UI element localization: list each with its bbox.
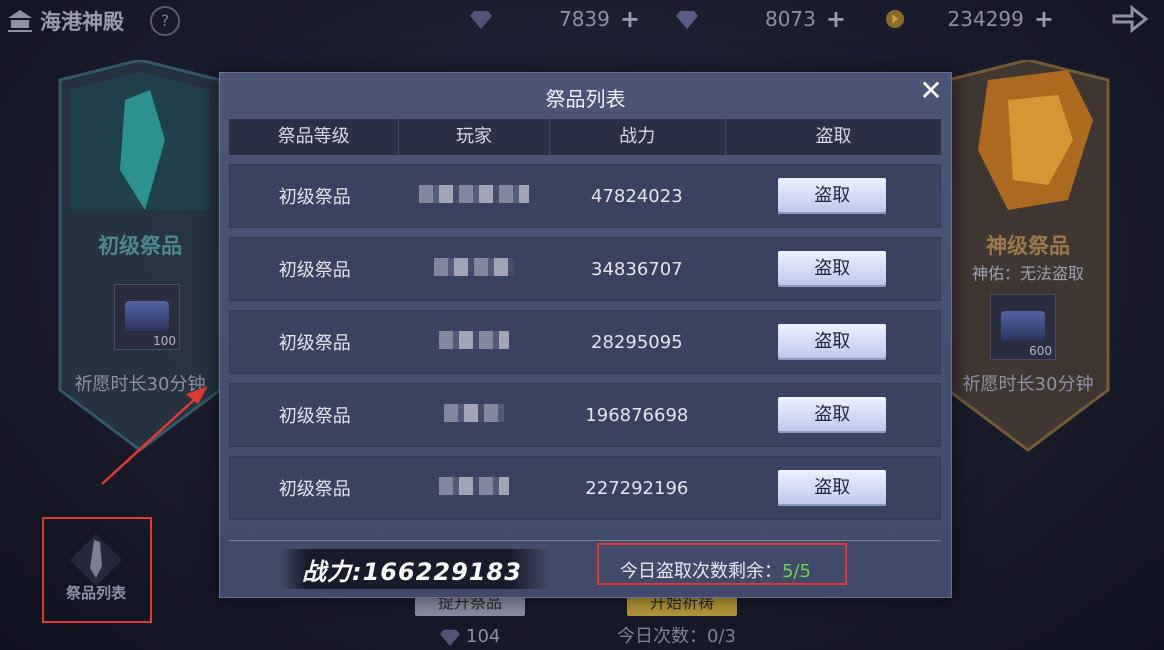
steal-cell: 盗取	[725, 324, 940, 360]
remaining-label: 今日盗取次数剩余：	[620, 561, 782, 582]
divider	[229, 540, 941, 541]
player-name-blurred	[400, 330, 550, 354]
player-power: 47824023	[591, 185, 683, 207]
remaining-steals: 今日盗取次数剩余：5/5	[620, 557, 811, 583]
table-row: 初级祭品 227292196 盗取	[229, 456, 941, 520]
steal-button[interactable]: 盗取	[778, 251, 887, 287]
offering-level: 初级祭品	[278, 187, 351, 208]
offering-level: 初级祭品	[278, 406, 351, 427]
remaining-value: 5/5	[782, 561, 811, 582]
player-power: 227292196	[585, 477, 689, 499]
offering-list-modal: 祭品列表 ✕ 祭品等级 玩家 战力 盗取 初级祭品 47824023 盗取 初级…	[219, 72, 952, 598]
my-power: 战力:166229183	[280, 549, 550, 589]
column-header: 祭品等级	[229, 119, 400, 155]
modal-title: 祭品列表	[545, 87, 626, 111]
table-row: 初级祭品 28295095 盗取	[229, 310, 941, 374]
column-header: 盗取	[815, 126, 852, 147]
table-row: 初级祭品 196876698 盗取	[229, 383, 941, 447]
offering-level: 初级祭品	[278, 333, 351, 354]
table-header: 祭品等级 玩家 战力 盗取	[229, 119, 941, 155]
player-power: 28295095	[591, 331, 683, 353]
steal-cell: 盗取	[725, 178, 940, 214]
player-power: 196876698	[585, 404, 689, 426]
offering-level: 初级祭品	[278, 260, 351, 281]
column-header: 玩家	[399, 119, 550, 155]
table-row: 初级祭品 34836707 盗取	[229, 237, 941, 301]
steal-cell: 盗取	[725, 251, 940, 287]
steal-cell: 盗取	[725, 397, 940, 433]
steal-button[interactable]: 盗取	[778, 178, 887, 214]
steal-cell: 盗取	[725, 470, 940, 506]
close-icon[interactable]: ✕	[919, 77, 943, 105]
player-name-blurred	[400, 184, 550, 208]
offering-level: 初级祭品	[278, 479, 351, 500]
my-power-value: 战力:166229183	[302, 557, 522, 586]
player-name-blurred	[400, 403, 550, 427]
player-power: 34836707	[591, 258, 683, 280]
table-row: 初级祭品 47824023 盗取	[229, 164, 941, 228]
steal-button[interactable]: 盗取	[778, 470, 887, 506]
column-header: 战力	[550, 119, 726, 155]
steal-button[interactable]: 盗取	[778, 324, 887, 360]
steal-button[interactable]: 盗取	[778, 397, 887, 433]
player-name-blurred	[400, 257, 550, 281]
player-name-blurred	[400, 476, 550, 500]
